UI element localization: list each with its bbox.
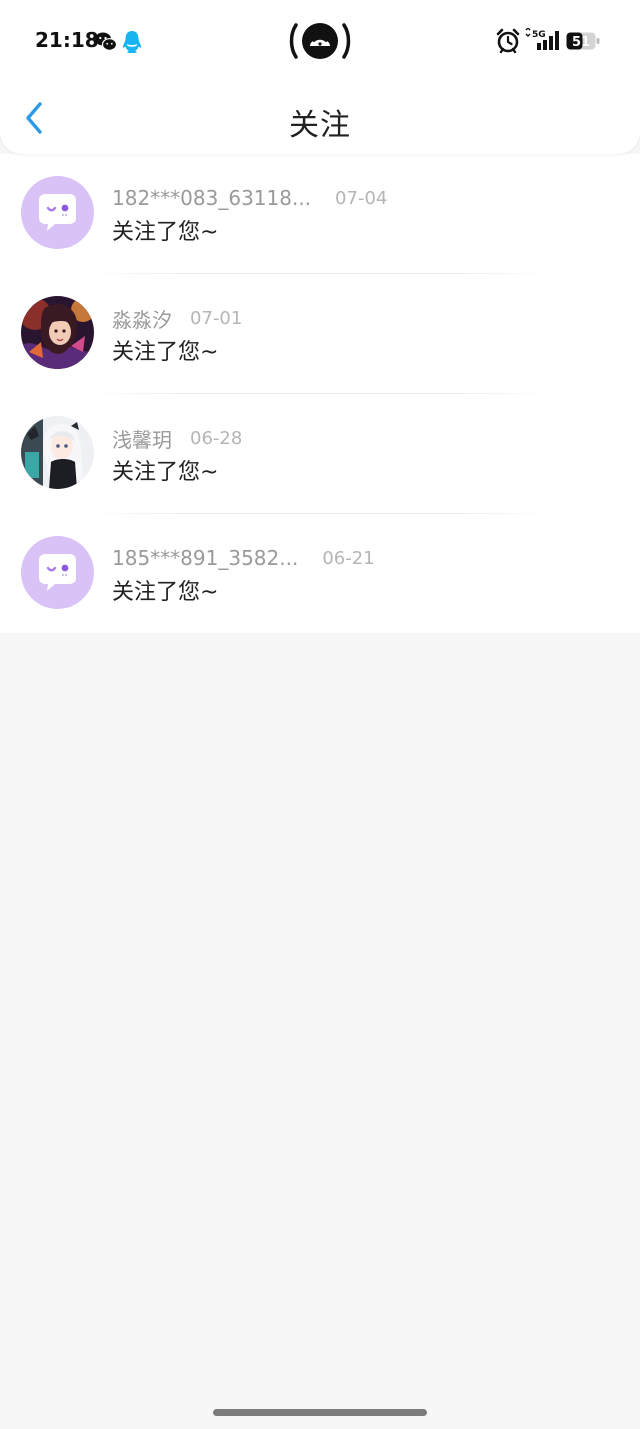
item-date: 07-04	[335, 187, 388, 209]
photo-avatar-image	[21, 416, 94, 489]
avatar[interactable]	[21, 296, 94, 369]
default-chat-avatar-icon	[21, 536, 94, 609]
page-title: 关注	[289, 108, 351, 143]
photo-avatar-image	[21, 296, 94, 369]
user-name[interactable]: 浅馨玥	[112, 424, 172, 453]
nav-bar: 关注	[0, 80, 640, 154]
home-indicator[interactable]	[213, 1409, 427, 1416]
list-item[interactable]: 淼淼汐 07-01 关注了您~	[0, 274, 640, 394]
item-message: 关注了您~	[112, 340, 219, 365]
meta-line: 185***891_3582... 06-21	[112, 544, 375, 572]
followers-notifications-screen: 21:18 5G 51 关注 182***083_63118... 07-04 …	[0, 0, 640, 1429]
header: 21:18 5G 51 关注	[0, 0, 640, 154]
user-name[interactable]: 淼淼汐	[112, 304, 172, 333]
user-name[interactable]: 182***083_63118...	[112, 186, 311, 210]
meta-line: 182***083_63118... 07-04	[112, 184, 387, 212]
status-bar: 21:18 5G 51	[0, 0, 640, 80]
item-message: 关注了您~	[112, 460, 219, 485]
list-item[interactable]: 浅馨玥 06-28 关注了您~	[0, 394, 640, 514]
user-name[interactable]: 185***891_3582...	[112, 546, 298, 570]
list-item[interactable]: 185***891_3582... 06-21 关注了您~	[0, 514, 640, 634]
status-time: 21:18	[35, 28, 99, 52]
alarm-icon	[496, 28, 520, 58]
default-chat-avatar-icon	[21, 176, 94, 249]
item-date: 06-21	[322, 547, 375, 569]
battery-icon: 51	[566, 32, 600, 50]
qq-icon	[121, 30, 145, 54]
notification-list: 182***083_63118... 07-04 关注了您~ 淼淼汐 07-01…	[0, 154, 640, 633]
item-date: 06-28	[190, 427, 243, 449]
item-date: 07-01	[190, 307, 243, 329]
meta-line: 淼淼汐 07-01	[112, 304, 242, 332]
avatar[interactable]	[21, 416, 94, 489]
item-message: 关注了您~	[112, 580, 219, 605]
list-item[interactable]: 182***083_63118... 07-04 关注了您~	[0, 154, 640, 274]
hotspot-icon	[288, 20, 352, 62]
network-type-label: 5G	[532, 30, 546, 40]
signal-5g-icon: 5G	[523, 27, 561, 56]
meta-line: 浅馨玥 06-28	[112, 424, 242, 452]
avatar[interactable]	[21, 176, 94, 249]
battery-level: 51	[572, 35, 590, 50]
wechat-icon	[94, 30, 118, 54]
item-message: 关注了您~	[112, 220, 219, 245]
avatar[interactable]	[21, 536, 94, 609]
